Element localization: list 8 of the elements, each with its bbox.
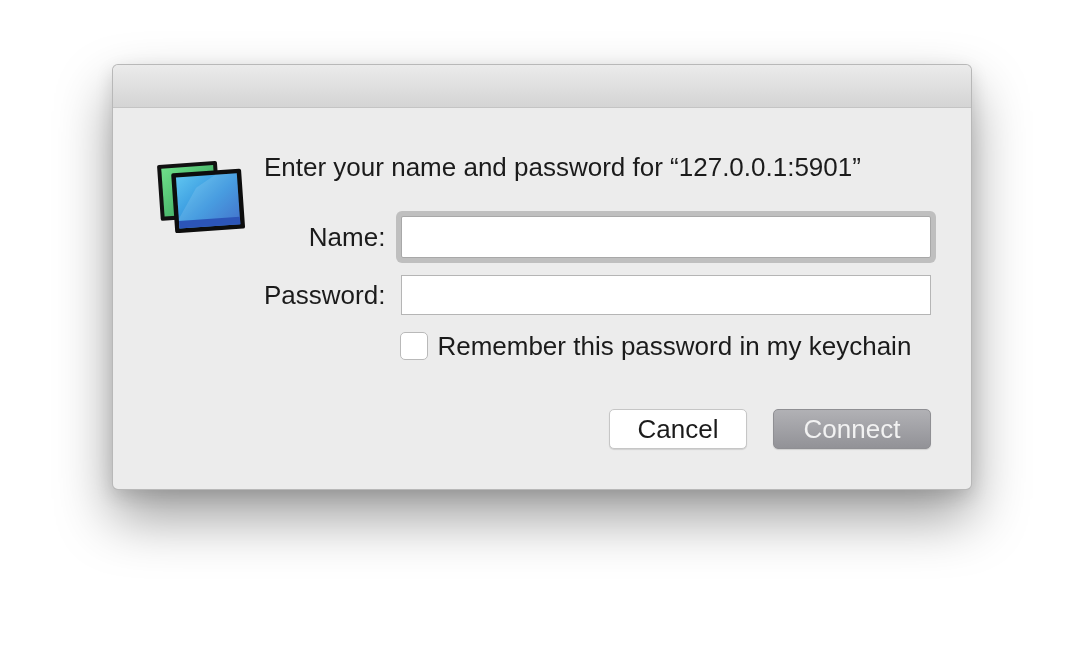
prompt-message: Enter your name and password for “127.0.0.1:5901” <box>264 152 862 182</box>
cancel-button[interactable]: Cancel <box>609 409 747 449</box>
field-label: Password: <box>264 280 386 310</box>
checkbox[interactable] <box>400 332 429 360</box>
password-field[interactable] <box>401 275 931 315</box>
checkbox-label: Remember this password in my keychain <box>437 332 912 360</box>
field-label: Name: <box>308 222 386 252</box>
name-field[interactable] <box>401 216 931 258</box>
